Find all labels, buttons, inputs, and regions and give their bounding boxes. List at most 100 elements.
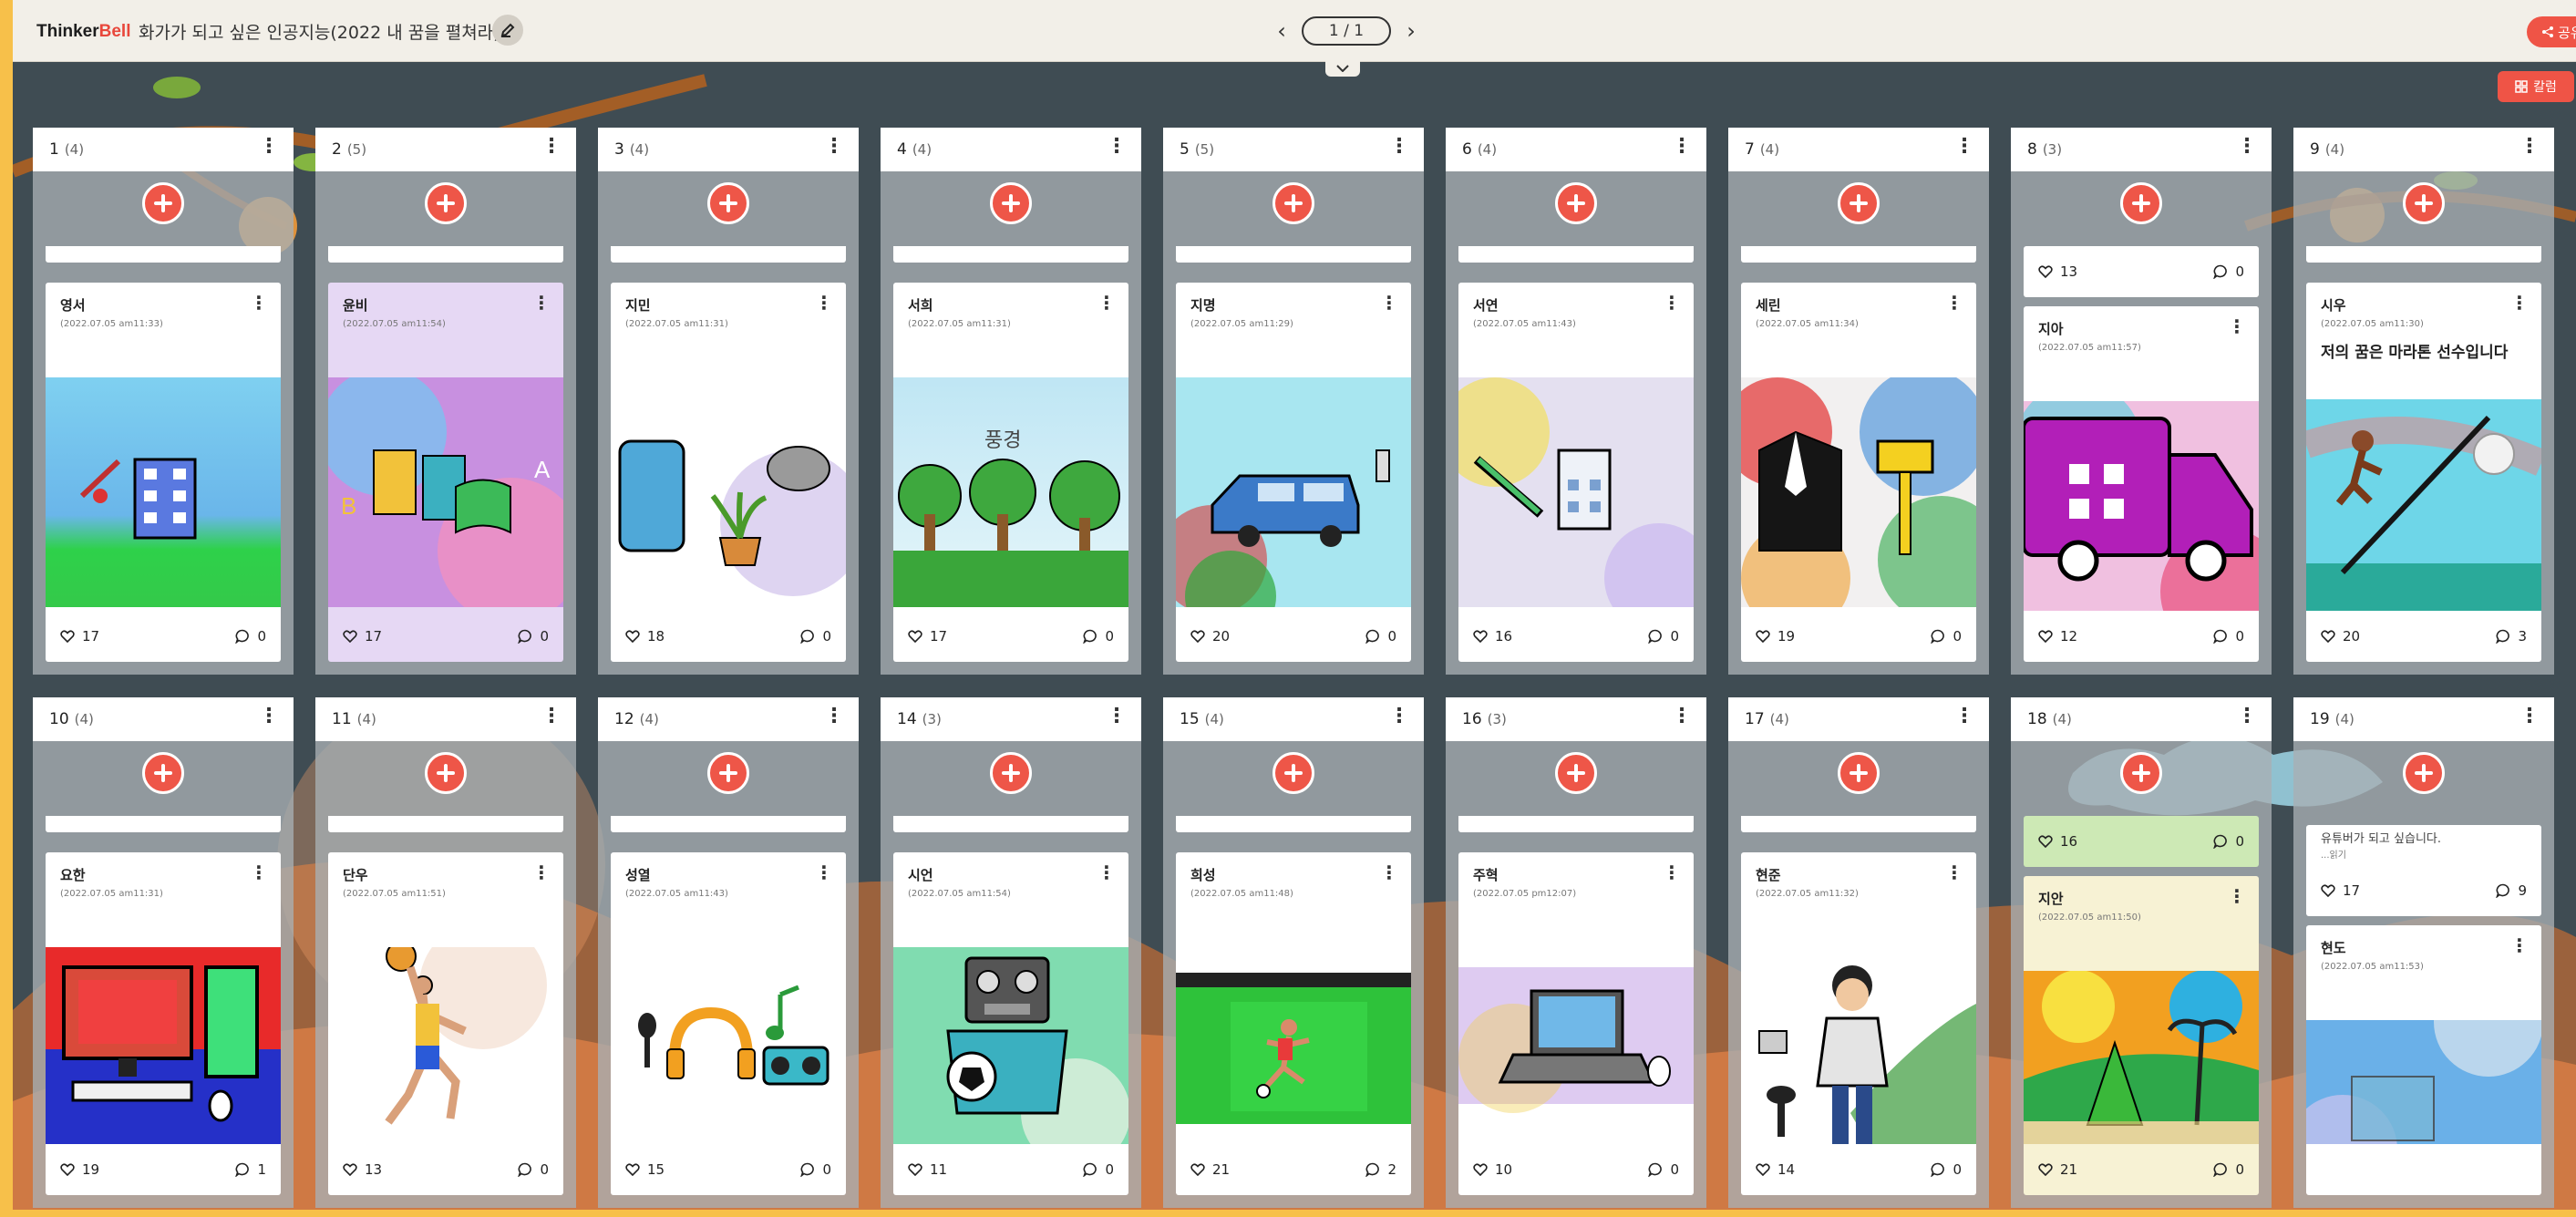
comment-button[interactable]: 0 [1648, 628, 1679, 645]
post-menu-icon[interactable]: ⋮ [815, 861, 833, 883]
like-button[interactable]: 13 [343, 1161, 382, 1178]
like-button[interactable]: 17 [908, 628, 947, 645]
column-menu-icon[interactable]: ⋮ [1954, 705, 1974, 727]
post-image[interactable] [1741, 947, 1976, 1144]
add-post-button[interactable] [1555, 182, 1597, 224]
post-image[interactable] [2024, 401, 2259, 611]
column-header[interactable]: 5 (5) ⋮ [1163, 128, 1424, 171]
add-post-button[interactable] [142, 752, 184, 794]
post-image[interactable] [1458, 947, 1694, 1144]
like-button[interactable]: 20 [1190, 628, 1230, 645]
post-menu-icon[interactable]: ⋮ [1097, 861, 1116, 883]
like-button[interactable]: 17 [60, 628, 99, 645]
post-menu-icon[interactable]: ⋮ [2228, 885, 2246, 907]
post-menu-icon[interactable]: ⋮ [2228, 315, 2246, 337]
add-post-button[interactable] [1838, 752, 1880, 794]
add-post-button[interactable] [1838, 182, 1880, 224]
add-post-button[interactable] [990, 752, 1032, 794]
post-card[interactable]: 지안 (2022.07.05 am11:50) ⋮ 21 0 [2024, 876, 2259, 1195]
page-indicator[interactable]: 1 / 1 [1302, 16, 1391, 46]
column-menu-icon[interactable]: ⋮ [2519, 705, 2540, 727]
comment-button[interactable]: 1 [235, 1161, 266, 1178]
like-button[interactable]: 19 [60, 1161, 99, 1178]
column-menu-icon[interactable]: ⋮ [1672, 705, 1692, 727]
column-header[interactable]: 19 (4) ⋮ [2293, 697, 2554, 741]
comment-button[interactable]: 3 [2496, 628, 2527, 645]
column-menu-icon[interactable]: ⋮ [1107, 135, 1127, 158]
post-menu-icon[interactable]: ⋮ [532, 861, 551, 883]
like-button[interactable]: 18 [625, 628, 665, 645]
column-header[interactable]: 18 (4) ⋮ [2011, 697, 2272, 741]
add-post-button[interactable] [1273, 182, 1314, 224]
post-card-partial[interactable]: 16 0 [2024, 816, 2259, 867]
post-menu-icon[interactable]: ⋮ [2510, 292, 2529, 314]
post-card-partial[interactable] [328, 816, 563, 832]
post-image[interactable] [611, 377, 846, 607]
post-card-partial[interactable] [1458, 246, 1694, 263]
column-header[interactable]: 16 (3) ⋮ [1446, 697, 1706, 741]
column-header[interactable]: 14 (3) ⋮ [881, 697, 1141, 741]
collapse-header-button[interactable] [1325, 60, 1360, 77]
post-card-partial[interactable]: 유튜버가 되고 싶습니다. ...읽기 17 9 [2306, 825, 2541, 916]
comment-button[interactable]: 0 [2213, 628, 2244, 645]
next-page-button[interactable]: › [1398, 15, 1424, 47]
post-card-partial[interactable] [1741, 816, 1976, 832]
like-button[interactable]: 21 [1190, 1161, 1230, 1178]
like-button[interactable]: 19 [1756, 628, 1795, 645]
like-button[interactable]: 20 [2321, 628, 2360, 645]
post-image[interactable] [1176, 947, 1411, 1144]
post-card-partial[interactable] [1458, 816, 1694, 832]
column-menu-icon[interactable]: ⋮ [259, 705, 279, 727]
add-post-button[interactable] [1273, 752, 1314, 794]
column-menu-icon[interactable]: ⋮ [259, 135, 279, 158]
comment-button[interactable]: 0 [518, 1161, 549, 1178]
column-header[interactable]: 11 (4) ⋮ [315, 697, 576, 741]
post-card-partial[interactable] [893, 246, 1128, 263]
column-menu-icon[interactable]: ⋮ [1389, 135, 1409, 158]
read-more-link[interactable]: ...읽기 [2321, 847, 2346, 861]
column-menu-icon[interactable]: ⋮ [1672, 135, 1692, 158]
post-image[interactable] [46, 377, 281, 607]
post-card[interactable]: 서연 (2022.07.05 am11:43) ⋮ 16 0 [1458, 283, 1694, 662]
post-menu-icon[interactable]: ⋮ [1945, 861, 1963, 883]
column-header[interactable]: 8 (3) ⋮ [2011, 128, 2272, 171]
post-menu-icon[interactable]: ⋮ [1380, 292, 1398, 314]
post-card[interactable]: 시언 (2022.07.05 am11:54) ⋮ 11 0 [893, 852, 1128, 1195]
post-card[interactable]: 지민 (2022.07.05 am11:31) ⋮ 18 0 [611, 283, 846, 662]
comment-button[interactable]: 0 [2213, 263, 2244, 280]
post-menu-icon[interactable]: ⋮ [1097, 292, 1116, 314]
comment-button[interactable]: 0 [1083, 628, 1114, 645]
post-card[interactable]: 주혁 (2022.07.05 pm12:07) ⋮ 10 0 [1458, 852, 1694, 1195]
post-card-partial[interactable] [1741, 246, 1976, 263]
post-card-partial[interactable] [611, 816, 846, 832]
add-post-button[interactable] [2403, 182, 2445, 224]
post-card-partial[interactable] [893, 816, 1128, 832]
view-mode-button[interactable]: 칼럼 [2498, 71, 2574, 102]
add-post-button[interactable] [2403, 752, 2445, 794]
comment-button[interactable]: 0 [1648, 1161, 1679, 1178]
post-card[interactable]: 성열 (2022.07.05 am11:43) ⋮ 15 0 [611, 852, 846, 1195]
column-menu-icon[interactable]: ⋮ [2519, 135, 2540, 158]
like-button[interactable]: 11 [908, 1161, 947, 1178]
column-header[interactable]: 4 (4) ⋮ [881, 128, 1141, 171]
comment-button[interactable]: 0 [1083, 1161, 1114, 1178]
prev-page-button[interactable]: ‹ [1269, 15, 1294, 47]
add-post-button[interactable] [990, 182, 1032, 224]
like-button[interactable]: 14 [1756, 1161, 1795, 1178]
post-image[interactable]: 풍경 [893, 377, 1128, 607]
column-header[interactable]: 9 (4) ⋮ [2293, 128, 2554, 171]
like-button[interactable]: 17 [343, 628, 382, 645]
column-menu-icon[interactable]: ⋮ [1389, 705, 1409, 727]
post-card-partial[interactable]: 13 0 [2024, 246, 2259, 297]
like-button[interactable]: 16 [2038, 833, 2077, 850]
like-button[interactable]: 17 [2321, 882, 2360, 899]
add-post-button[interactable] [425, 182, 467, 224]
post-card-partial[interactable] [328, 246, 563, 263]
comment-button[interactable]: 0 [2213, 1161, 2244, 1178]
column-header[interactable]: 6 (4) ⋮ [1446, 128, 1706, 171]
post-card[interactable]: 서희 (2022.07.05 am11:31) ⋮ 풍경 17 0 [893, 283, 1128, 662]
post-image[interactable] [893, 947, 1128, 1144]
add-post-button[interactable] [425, 752, 467, 794]
comment-button[interactable]: 0 [800, 1161, 831, 1178]
column-menu-icon[interactable]: ⋮ [1954, 135, 1974, 158]
